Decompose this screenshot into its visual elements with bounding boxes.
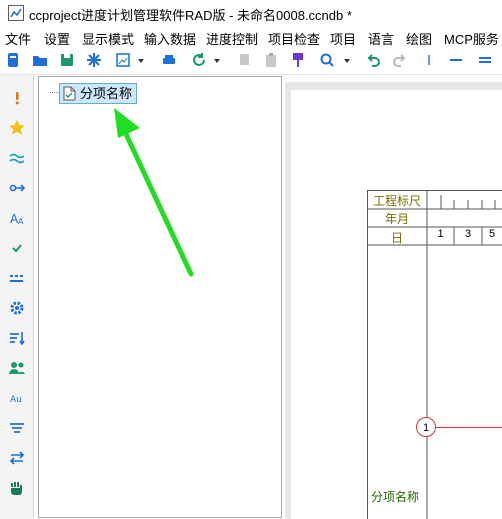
day-cell: 1 xyxy=(437,228,444,240)
save-icon[interactable] xyxy=(58,51,76,69)
menu-bar: 文件 设置 显示模式 输入数据 进度控制 项目检查 项目 语言 绘图 MCP服务 xyxy=(0,27,502,47)
vertical-line-icon[interactable] xyxy=(420,51,438,69)
menu-project-check[interactable]: 项目检查 xyxy=(268,29,320,48)
milestone-line xyxy=(436,427,502,428)
gantt-chart[interactable]: 工程标尺 年月 日 1 3 5 1 分项名称 xyxy=(367,190,502,519)
menu-drawing[interactable]: 绘图 xyxy=(406,29,432,48)
image-export-icon[interactable] xyxy=(114,51,132,69)
title-bar: ccproject进度计划管理软件RAD版 - 未命名0008.ccndb * xyxy=(0,0,502,27)
link-arrow-icon[interactable] xyxy=(7,178,27,198)
menu-progress-control[interactable]: 进度控制 xyxy=(206,29,258,48)
open-folder-icon[interactable] xyxy=(31,51,49,69)
wave-icon[interactable] xyxy=(7,148,27,168)
check-icon[interactable] xyxy=(7,238,27,258)
menu-mcp-service[interactable]: MCP服务 xyxy=(444,29,499,48)
annotation-arrow-icon xyxy=(114,108,194,277)
refresh-icon[interactable] xyxy=(190,51,208,69)
header-ruler-label: 工程标尺 xyxy=(372,194,421,208)
hand-icon[interactable] xyxy=(7,478,27,498)
dotted-line-icon[interactable] xyxy=(7,268,27,288)
tree-node-label: 分项名称 xyxy=(80,86,133,101)
brush-icon[interactable] xyxy=(289,51,307,69)
app-icon xyxy=(8,5,24,21)
menu-settings[interactable]: 设置 xyxy=(44,29,70,48)
swap-icon[interactable] xyxy=(7,448,27,468)
gear-icon[interactable] xyxy=(7,298,27,318)
search-icon[interactable] xyxy=(318,51,336,69)
print-icon[interactable] xyxy=(160,51,178,69)
dropdown-arrow-icon[interactable] xyxy=(342,51,352,69)
undo-icon[interactable] xyxy=(364,51,382,69)
sort-icon[interactable] xyxy=(7,328,27,348)
paste-icon[interactable] xyxy=(262,51,280,69)
menu-file[interactable]: 文件 xyxy=(5,29,31,48)
text-style-icon[interactable]: Au xyxy=(7,388,27,408)
tree-connector xyxy=(50,92,59,93)
database-icon[interactable] xyxy=(4,51,22,69)
header-year-month-label: 年月 xyxy=(384,212,409,226)
menu-language[interactable]: 语言 xyxy=(368,29,394,48)
filter-icon[interactable] xyxy=(7,418,27,438)
row-label: 分项名称 xyxy=(371,490,420,504)
redo-icon[interactable] xyxy=(391,51,409,69)
menu-project[interactable]: 项目 xyxy=(330,29,356,48)
double-line-icon[interactable] xyxy=(476,51,494,69)
menu-input-data[interactable]: 输入数据 xyxy=(144,29,196,48)
day-cell: 5 xyxy=(488,228,496,240)
milestone-node[interactable]: 1 xyxy=(416,417,436,437)
svg-text:Au: Au xyxy=(10,395,22,405)
day-cell: 3 xyxy=(464,228,472,240)
copy-icon[interactable] xyxy=(235,51,253,69)
dropdown-arrow-icon[interactable] xyxy=(212,51,222,69)
header-day-label: 日 xyxy=(390,231,403,245)
star-icon[interactable] xyxy=(7,118,27,138)
sparkle-icon[interactable] xyxy=(85,51,103,69)
users-icon[interactable] xyxy=(7,358,27,378)
window-title: ccproject进度计划管理软件RAD版 - 未命名0008.ccndb * xyxy=(29,8,352,23)
document-icon xyxy=(63,86,76,104)
svg-text:A: A xyxy=(18,217,24,226)
toolbar xyxy=(0,47,502,75)
font-size-icon[interactable]: AA xyxy=(7,208,27,228)
horizontal-line-icon[interactable] xyxy=(447,51,465,69)
exclamation-icon[interactable] xyxy=(7,88,27,108)
menu-display-mode[interactable]: 显示模式 xyxy=(82,29,134,48)
tree-root-node[interactable]: 分项名称 xyxy=(59,83,138,104)
left-toolbar: AA Au xyxy=(0,75,34,519)
dropdown-arrow-icon[interactable] xyxy=(136,51,146,69)
